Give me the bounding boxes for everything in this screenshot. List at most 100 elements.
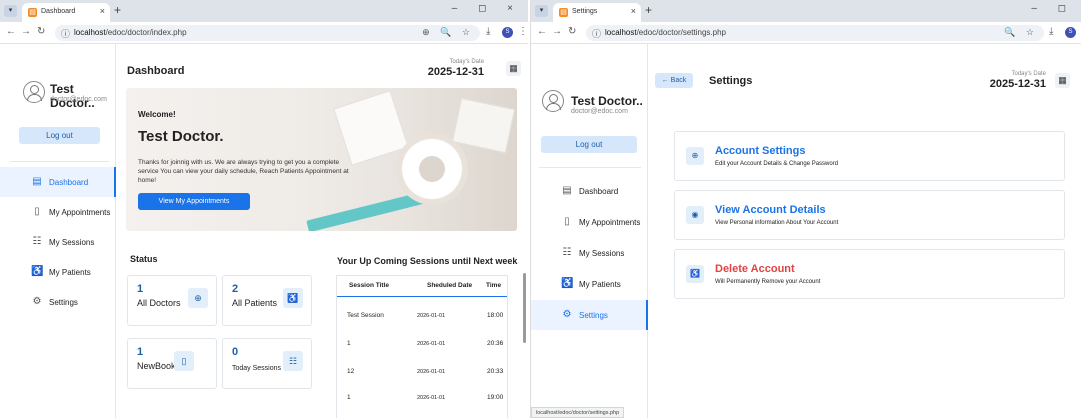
reload-icon[interactable]: ↻	[568, 26, 576, 37]
user-avatar-icon	[23, 81, 45, 103]
logout-button[interactable]: Log out	[541, 136, 637, 153]
url-field[interactable]: ⓘ localhost/edoc/doctor/index.php ⊕ 🔍 ☆	[55, 25, 480, 41]
tab-dashboard[interactable]: ▤ Dashboard ×	[22, 3, 110, 22]
status-bar-url: localhost/edoc/doctor/settings.php	[531, 407, 625, 418]
view-appointments-button[interactable]: View My Appointments	[138, 193, 250, 210]
setting-card-title: Account Settings	[715, 145, 806, 157]
tab-strip: ▾ ▤ Dashboard × + – ◻ ×	[0, 0, 528, 22]
tab-close-icon[interactable]: ×	[100, 6, 105, 16]
menu-kebab-icon[interactable]: ⋮	[518, 26, 528, 37]
logout-button[interactable]: Log out	[19, 127, 100, 144]
sidebar-item-dashboard[interactable]: ▤ Dashboard	[0, 167, 116, 197]
patients-icon: ♿	[561, 278, 574, 289]
stat-new-booking: 1 NewBooking ▯	[127, 338, 217, 389]
sidebar-item-settings[interactable]: ⚙ Settings	[531, 300, 648, 330]
tab-settings[interactable]: ▤ Settings ×	[553, 3, 641, 22]
setting-card-delete-account[interactable]: ♿ Delete Account Will Permanently Remove y…	[674, 249, 1065, 299]
bookmark-icon: ▯	[564, 216, 570, 227]
date-value: 2025-12-31	[427, 66, 484, 78]
forward-arrow-icon[interactable]: →	[552, 26, 562, 37]
table-cell: 20:36	[487, 340, 504, 347]
account-settings-icon: ⊕	[686, 147, 704, 165]
stat-value: 1	[137, 346, 144, 358]
url-field[interactable]: ⓘ localhost/edoc/doctor/settings.php 🔍 ☆	[586, 25, 1044, 41]
user-email: doctor@edoc.com	[571, 108, 628, 115]
sidebar-item-my-patients[interactable]: ♿ My Patients	[0, 257, 116, 287]
welcome-text: Thanks for joinnig with us. We are alway…	[138, 159, 349, 184]
back-button[interactable]: ← Back	[655, 73, 693, 88]
browser-window-settings: ▾ ▤ Settings × + – ◻ ← → ↻ ⓘ localhost/e…	[530, 0, 1081, 418]
omnibox-actions[interactable]: 🔍 ☆	[1004, 27, 1038, 38]
page-title: Settings	[709, 75, 753, 87]
sidebar: Test Doctor.. doctor@edoc.com Log out ▤ D…	[531, 44, 648, 418]
tab-title: Settings	[572, 8, 598, 15]
gauze-image	[451, 97, 516, 154]
sidebar-item-label: Settings	[579, 311, 608, 320]
scrollbar-thumb[interactable]	[523, 273, 526, 343]
table-cell: 2026-01-01	[417, 369, 446, 375]
table-cell: 1	[347, 340, 351, 347]
site-info-icon[interactable]: ⓘ	[592, 27, 601, 40]
setting-card-account-settings[interactable]: ⊕ Account Settings Edit your Account Detai…	[674, 131, 1065, 181]
sidebar-divider	[539, 167, 641, 168]
window-controls[interactable]: – ◻ ×	[452, 3, 522, 14]
stat-value: 0	[232, 346, 239, 358]
url-host: localhost	[74, 28, 106, 37]
setting-card-view-account-details[interactable]: ◉ View Account Details View Personal infor…	[674, 190, 1065, 240]
patients-icon: ♿	[31, 266, 44, 277]
download-icon[interactable]: ⤓	[486, 26, 490, 37]
dashboard-icon: ▤	[562, 185, 572, 196]
stat-label: All Doctors	[137, 298, 181, 308]
welcome-name: Test Doctor.	[138, 128, 224, 145]
tab-search-icon[interactable]: ▾	[535, 5, 548, 17]
sidebar-item-my-appointments[interactable]: ▯ My Appointments	[0, 197, 116, 227]
bandage-image	[306, 191, 426, 231]
stat-label: All Patients	[232, 298, 278, 308]
sidebar-item-dashboard[interactable]: ▤ Dashboard	[531, 176, 648, 206]
profile-avatar[interactable]: S	[502, 27, 513, 38]
window-controls[interactable]: – ◻	[1031, 3, 1075, 14]
header-underline	[337, 296, 507, 297]
back-arrow-icon[interactable]: ←	[6, 26, 16, 37]
status-title: Status	[130, 254, 158, 264]
calendar-icon[interactable]: ▦	[506, 61, 521, 76]
site-info-icon[interactable]: ⓘ	[61, 27, 70, 40]
sessions-icon: ☷	[562, 247, 572, 258]
tab-close-icon[interactable]: ×	[631, 6, 636, 16]
bookmark-icon: ▯	[174, 351, 194, 371]
sessions-table: Session Title Sheduled Date Time Test Se…	[336, 275, 508, 418]
forward-arrow-icon[interactable]: →	[21, 26, 31, 37]
sidebar-item-settings[interactable]: ⚙ Settings	[0, 287, 116, 317]
stat-label: Today Sessions	[232, 365, 282, 372]
back-arrow-icon[interactable]: ←	[537, 26, 547, 37]
new-tab-button[interactable]: +	[645, 3, 652, 17]
sidebar-item-label: My Patients	[49, 268, 91, 277]
date-label: Today's Date	[449, 59, 485, 65]
user-name: Test Doctor..	[571, 94, 643, 108]
sidebar-item-my-sessions[interactable]: ☷ My Sessions	[531, 238, 648, 268]
sidebar-item-label: Dashboard	[579, 187, 619, 196]
calendar-icon[interactable]: ▦	[1055, 73, 1070, 88]
omnibox-actions[interactable]: ⊕ 🔍 ☆	[422, 27, 474, 38]
reload-icon[interactable]: ↻	[37, 26, 45, 37]
doctor-icon: ⊕	[188, 288, 208, 308]
profile-avatar[interactable]: S	[1065, 27, 1076, 38]
table-cell: 19:00	[487, 394, 504, 401]
setting-card-desc: View Personal information About Your Acc…	[715, 220, 839, 226]
address-bar: ← → ↻ ⓘ localhost/edoc/doctor/index.php …	[0, 22, 528, 44]
address-bar: ← → ↻ ⓘ localhost/edoc/doctor/settings.p…	[531, 22, 1081, 44]
stat-today-sessions: 0 Today Sessions ☷	[222, 338, 312, 389]
upcoming-sessions-title: Your Up Coming Sessions until Next week	[337, 256, 518, 266]
sidebar-item-my-appointments[interactable]: ▯ My Appointments	[531, 207, 648, 237]
url-path: /edoc/doctor/index.php	[105, 28, 187, 37]
sidebar-item-my-patients[interactable]: ♿ My Patients	[531, 269, 648, 299]
download-icon[interactable]: ⤓	[1049, 26, 1053, 37]
setting-card-desc: Will Permanently Remove your Account	[715, 279, 821, 285]
delete-account-icon: ♿	[686, 265, 704, 283]
url-path: /edoc/doctor/settings.php	[636, 28, 726, 37]
new-tab-button[interactable]: +	[114, 3, 121, 17]
user-email: doctor@edoc.com	[50, 96, 107, 103]
sidebar-item-label: My Sessions	[49, 238, 95, 247]
tab-search-icon[interactable]: ▾	[4, 5, 17, 17]
sidebar-item-my-sessions[interactable]: ☷ My Sessions	[0, 227, 116, 257]
